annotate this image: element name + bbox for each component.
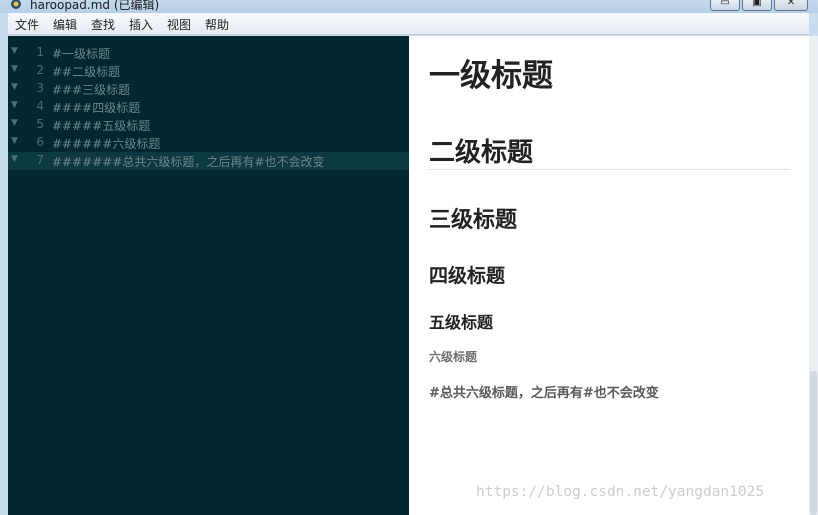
scrollbar-thumb[interactable] xyxy=(810,371,817,515)
line-number: 1 xyxy=(36,45,44,59)
line-text[interactable]: ###三级标题 xyxy=(52,81,130,98)
menu-view[interactable]: 视图 xyxy=(167,16,191,33)
editor-line[interactable]: ▼ 3 ###三级标题 xyxy=(8,80,409,98)
fold-arrow-icon[interactable]: ▼ xyxy=(11,154,18,164)
line-number: 5 xyxy=(36,117,44,131)
line-text[interactable]: #一级标题 xyxy=(52,45,110,62)
line-number: 2 xyxy=(36,63,44,77)
menu-edit[interactable]: 编辑 xyxy=(53,16,77,33)
preview-heading-2: 二级标题 xyxy=(429,138,534,168)
minimize-button[interactable]: ▭ xyxy=(710,0,740,11)
menu-file[interactable]: 文件 xyxy=(15,16,39,33)
fold-arrow-icon[interactable]: ▼ xyxy=(11,100,18,110)
fold-arrow-icon[interactable]: ▼ xyxy=(11,46,18,56)
line-number: 3 xyxy=(36,81,44,95)
line-number: 6 xyxy=(36,135,44,149)
line-text[interactable]: ######六级标题 xyxy=(52,135,160,152)
line-text[interactable]: #####五级标题 xyxy=(52,117,150,134)
preview-heading-4: 四级标题 xyxy=(429,265,506,287)
fold-arrow-icon[interactable]: ▼ xyxy=(11,64,18,74)
watermark: https://blog.csdn.net/yangdan1025 xyxy=(476,484,765,500)
menu-help[interactable]: 帮助 xyxy=(205,16,229,33)
close-button[interactable]: ✕ xyxy=(774,0,808,11)
preview-extra-heading: #总共六级标题，之后再有#也不会改变 xyxy=(429,386,659,401)
editor-line[interactable]: ▼ 2 ##二级标题 xyxy=(8,62,409,80)
preview-heading-3: 三级标题 xyxy=(429,208,518,233)
line-number: 7 xyxy=(36,153,44,167)
preview-heading-5: 五级标题 xyxy=(429,313,494,332)
markdown-editor[interactable]: ▼ 1 #一级标题 ▼ 2 ##二级标题 ▼ 3 ###三级标题 ▼ 4 ###… xyxy=(8,36,409,515)
menu-find[interactable]: 查找 xyxy=(91,16,115,33)
fold-arrow-icon[interactable]: ▼ xyxy=(11,82,18,92)
haroopad-app-icon xyxy=(11,0,21,9)
maximize-button[interactable]: ▣ xyxy=(742,0,772,11)
editor-line[interactable]: ▼ 4 ####四级标题 xyxy=(8,98,409,116)
heading-divider xyxy=(429,169,790,170)
preview-scrollbar[interactable] xyxy=(809,36,818,515)
line-number: 4 xyxy=(36,99,44,113)
fold-arrow-icon[interactable]: ▼ xyxy=(11,118,18,128)
line-text[interactable]: #######总共六级标题，之后再有#也不会改变 xyxy=(52,153,324,170)
line-text[interactable]: ####四级标题 xyxy=(52,99,140,116)
title-bar: haroopad.md (已编辑) ▭ ▣ ✕ xyxy=(0,0,818,13)
markdown-preview: 一级标题 二级标题 三级标题 四级标题 五级标题 六级标题 #总共六级标题，之后… xyxy=(409,36,809,515)
preview-heading-1: 一级标题 xyxy=(429,58,553,94)
editor-line[interactable]: ▼ 1 #一级标题 xyxy=(8,44,409,62)
editor-line[interactable]: ▼ 6 ######六级标题 xyxy=(8,134,409,152)
window-title: haroopad.md (已编辑) xyxy=(30,0,160,12)
editor-line-active[interactable]: ▼ 7 #######总共六级标题，之后再有#也不会改变 xyxy=(8,152,409,170)
preview-heading-6: 六级标题 xyxy=(429,350,478,364)
menu-insert[interactable]: 插入 xyxy=(129,16,153,33)
line-text[interactable]: ##二级标题 xyxy=(52,63,120,80)
fold-arrow-icon[interactable]: ▼ xyxy=(11,136,18,146)
menu-bar: 文件 编辑 查找 插入 视图 帮助 xyxy=(8,13,809,35)
editor-line[interactable]: ▼ 5 #####五级标题 xyxy=(8,116,409,134)
